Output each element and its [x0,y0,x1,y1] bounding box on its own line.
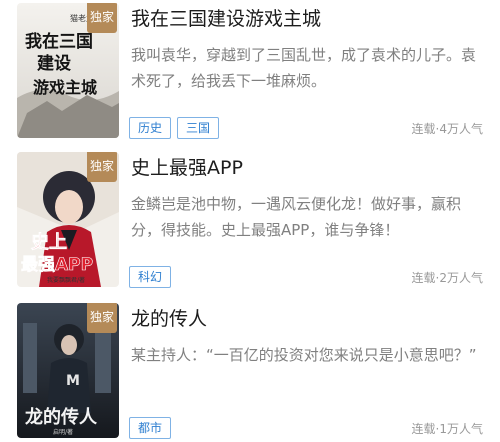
exclusive-badge: 独家 [87,152,117,182]
tag-list: 历史 三国 [129,117,220,139]
book-item[interactable]: M 龙的传人 启明/著 独家 龙的传人 某主持人：“一百亿的投资对您来说只是小意… [0,303,500,442]
book-title[interactable]: 史上最强APP [131,153,243,180]
cover-title-line: 史上 [31,231,67,253]
book-description: 某主持人：“一百亿的投资对您来说只是小意思吧？” [131,346,477,364]
cover-title-line: 我在三国 [25,31,93,52]
cover-author: 启明/著 [53,428,73,436]
book-cover[interactable]: 猫老九 我在三国 建设 游戏主城 独家 [17,3,119,138]
cover-title-line: 龙的传人 [25,406,98,428]
book-title[interactable]: 我在三国建设游戏主城 [131,4,321,31]
cover-title-line: 游戏主城 [33,78,97,97]
tag-history[interactable]: 历史 [129,117,172,139]
cover-author: 我要飘飘君/著 [47,276,85,284]
book-description: 我叫袁华，穿越到了三国乱世，成了袁术的儿子。袁术死了，给我丢下一堆麻烦。 [131,46,477,90]
book-status: 连载·1万人气 [411,422,483,436]
svg-text:M: M [66,373,80,389]
exclusive-badge: 独家 [87,3,117,33]
tag-three-kingdoms[interactable]: 三国 [177,117,220,139]
tag-list: 科幻 [129,266,172,288]
book-item[interactable]: 史上 最强APP 我要飘飘君/著 独家 史上最强APP 金鳞岂是池中物，一遇风云… [0,152,500,299]
book-status: 连载·4万人气 [411,122,483,136]
book-list: 猫老九 我在三国 建设 游戏主城 独家 我在三国建设游戏主城 我叫袁华，穿越到了… [0,0,500,442]
tag-sci-fi[interactable]: 科幻 [129,266,172,288]
book-cover[interactable]: M 龙的传人 启明/著 独家 [17,303,119,438]
book-description: 金鳞岂是池中物，一遇风云便化龙！做好事，赢积分，得技能。史上最强APP，谁与争锋… [131,195,462,239]
book-title[interactable]: 龙的传人 [131,304,207,331]
tag-urban[interactable]: 都市 [129,417,172,439]
cover-title-line: 建设 [37,53,71,74]
exclusive-badge: 独家 [87,303,117,333]
book-status: 连载·2万人气 [411,271,483,285]
cover-title-line: 最强APP [21,255,93,275]
tag-list: 都市 [129,417,172,439]
book-item[interactable]: 猫老九 我在三国 建设 游戏主城 独家 我在三国建设游戏主城 我叫袁华，穿越到了… [0,3,500,150]
book-cover[interactable]: 史上 最强APP 我要飘飘君/著 独家 [17,152,119,287]
